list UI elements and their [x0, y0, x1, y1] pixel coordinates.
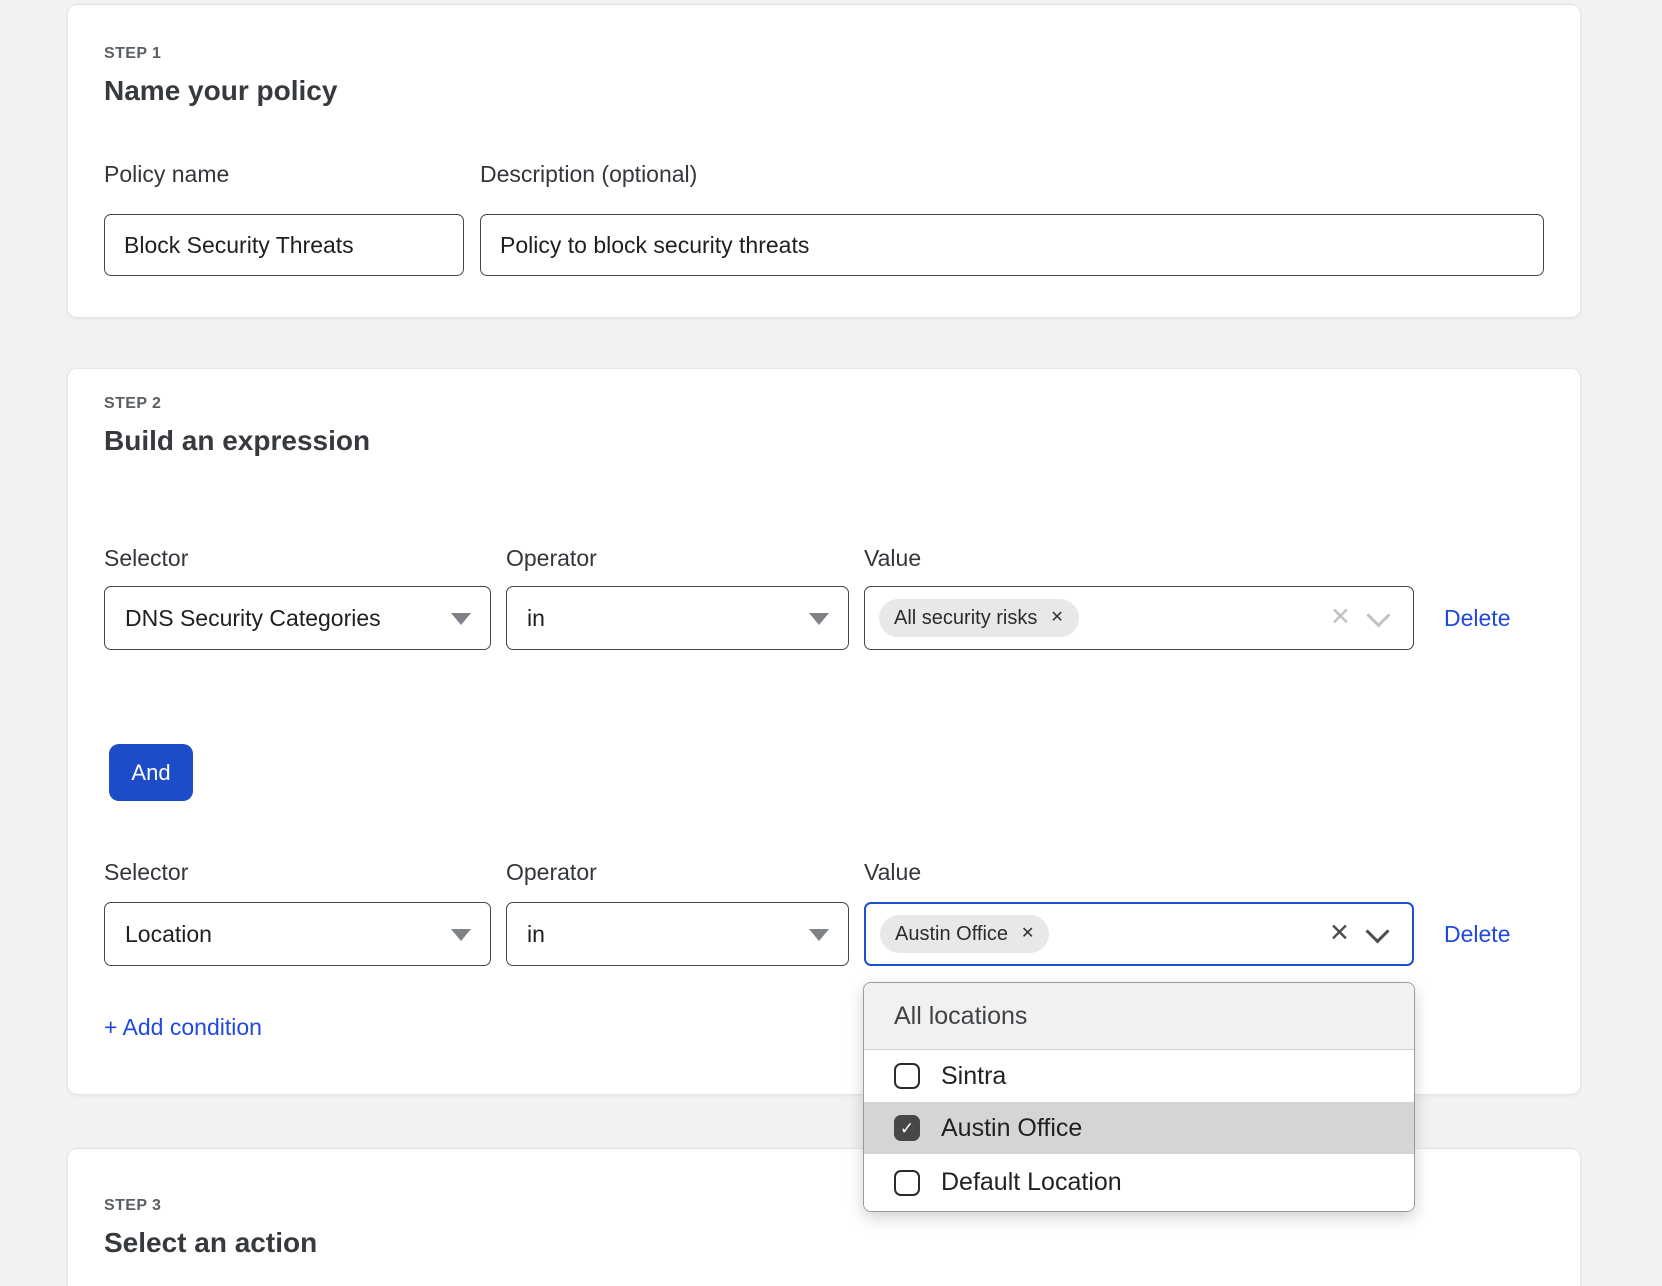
step3-title: Select an action	[104, 1227, 317, 1259]
policy-builder-page: STEP 1 Name your policy Policy name Desc…	[0, 0, 1662, 1286]
chevron-down-icon[interactable]	[1366, 603, 1390, 627]
dropdown-option-austin-office[interactable]: ✓ Austin Office	[864, 1102, 1414, 1154]
checkbox[interactable]: ✓	[894, 1170, 920, 1196]
chip-remove-icon[interactable]: ✕	[1050, 610, 1063, 626]
value-chip-label: All security risks	[894, 607, 1037, 630]
delete-row-button[interactable]: Delete	[1444, 902, 1510, 966]
selector-select[interactable]: Location	[104, 902, 491, 966]
and-button[interactable]: And	[109, 744, 193, 801]
clear-value-icon[interactable]: ✕	[1329, 921, 1350, 946]
selector-select[interactable]: DNS Security Categories	[104, 586, 491, 650]
operator-column-label: Operator	[506, 859, 597, 886]
operator-select[interactable]: in	[506, 586, 849, 650]
value-column-label: Value	[864, 859, 921, 886]
value-chip: Austin Office ✕	[880, 915, 1049, 953]
chevron-down-icon[interactable]	[1365, 919, 1389, 943]
dropdown-option-sintra[interactable]: ✓ Sintra	[864, 1050, 1414, 1102]
dropdown-option-label: Austin Office	[941, 1114, 1082, 1143]
step2-title: Build an expression	[104, 425, 370, 457]
location-dropdown-panel: All locations ✓ Sintra ✓ Austin Office ✓…	[863, 982, 1415, 1212]
chip-remove-icon[interactable]: ✕	[1021, 926, 1034, 942]
step1-eyebrow: STEP 1	[104, 45, 161, 63]
value-column-label: Value	[864, 545, 921, 572]
caret-down-icon	[809, 613, 829, 625]
dropdown-option-label: Sintra	[941, 1062, 1006, 1091]
add-condition-link[interactable]: + Add condition	[104, 1014, 262, 1041]
selector-column-label: Selector	[104, 859, 188, 886]
dropdown-option-default-location[interactable]: ✓ Default Location	[864, 1154, 1414, 1211]
step1-title: Name your policy	[104, 75, 337, 107]
step3-eyebrow: STEP 3	[104, 1197, 161, 1215]
clear-value-icon[interactable]: ✕	[1330, 605, 1351, 630]
value-chip-label: Austin Office	[895, 923, 1008, 946]
dropdown-group-header: All locations	[864, 983, 1414, 1050]
step2-eyebrow: STEP 2	[104, 395, 161, 413]
description-input[interactable]	[480, 214, 1544, 276]
value-multiselect[interactable]: Austin Office ✕ ✕	[864, 902, 1414, 966]
value-chip: All security risks ✕	[879, 599, 1079, 637]
check-icon: ✓	[900, 1120, 914, 1137]
selector-select-value: DNS Security Categories	[125, 605, 381, 632]
selector-select-value: Location	[125, 921, 212, 948]
checkbox[interactable]: ✓	[894, 1115, 920, 1141]
value-multiselect[interactable]: All security risks ✕ ✕	[864, 586, 1414, 650]
caret-down-icon	[809, 929, 829, 941]
checkbox[interactable]: ✓	[894, 1063, 920, 1089]
selector-column-label: Selector	[104, 545, 188, 572]
operator-select[interactable]: in	[506, 902, 849, 966]
dropdown-option-label: Default Location	[941, 1168, 1122, 1197]
operator-select-value: in	[527, 605, 545, 632]
policy-name-label: Policy name	[104, 161, 229, 188]
caret-down-icon	[451, 929, 471, 941]
description-label: Description (optional)	[480, 161, 697, 188]
policy-name-input[interactable]	[104, 214, 464, 276]
delete-row-button[interactable]: Delete	[1444, 586, 1510, 650]
operator-column-label: Operator	[506, 545, 597, 572]
step1-card: STEP 1 Name your policy Policy name Desc…	[67, 4, 1581, 318]
operator-select-value: in	[527, 921, 545, 948]
caret-down-icon	[451, 613, 471, 625]
